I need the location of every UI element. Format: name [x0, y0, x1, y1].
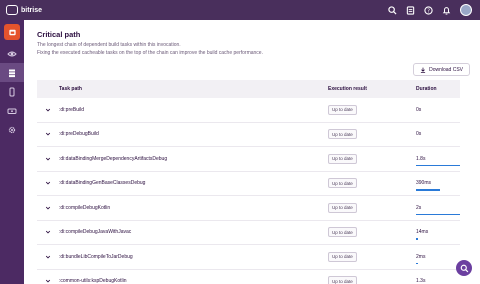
top-bar: bitrise ? — [0, 0, 480, 20]
chevron-down-icon[interactable] — [37, 156, 59, 162]
table-row[interactable]: :di:bundleLibCompileToJarDebug Up to date… — [37, 245, 460, 270]
execution-result-badge: Up to date — [328, 178, 357, 189]
task-path-header: Task path — [59, 86, 82, 92]
document-icon[interactable] — [406, 5, 415, 15]
duration-bar — [416, 213, 460, 216]
table-header: Task path Execution result Duration — [37, 80, 460, 98]
help-icon[interactable]: ? — [424, 5, 433, 15]
search-icon[interactable] — [388, 5, 397, 15]
duration-bar — [416, 238, 419, 240]
duration-value: 1.8s — [416, 155, 426, 162]
table-row[interactable]: :di:compileDebugKotlin Up to date 2s — [37, 196, 460, 221]
task-path: :di:dataBindingGenBaseClassesDebug — [59, 180, 146, 187]
execution-result-badge: Up to date — [328, 153, 357, 164]
avatar[interactable] — [460, 4, 472, 16]
eye-icon[interactable] — [0, 44, 24, 63]
brand-logo[interactable]: bitrise — [6, 5, 42, 15]
duration-value: 390ms — [416, 180, 432, 187]
duration-bar — [416, 164, 460, 167]
table-row[interactable]: :di:preDebugBuild Up to date 0s — [37, 123, 460, 147]
app-icon[interactable] — [4, 24, 20, 40]
search-icon — [460, 264, 468, 272]
chevron-down-icon[interactable] — [37, 205, 59, 211]
execution-result-header: Execution result — [328, 86, 367, 92]
gear-icon[interactable] — [0, 120, 24, 139]
chevron-down-icon[interactable] — [37, 107, 59, 113]
download-csv-button[interactable]: Download CSV — [413, 63, 470, 76]
execution-result-badge: Up to date — [328, 129, 357, 140]
chevron-down-icon[interactable] — [37, 254, 59, 260]
stack-icon[interactable] — [0, 63, 24, 82]
table-row[interactable]: :di:preBuild Up to date 0s — [37, 98, 460, 123]
task-path: :di:bundleLibCompileToJarDebug — [59, 253, 133, 260]
help-chat-button[interactable] — [456, 260, 472, 276]
table-row[interactable]: :di:compileDebugJavaWithJavac Up to date 1… — [37, 221, 460, 245]
duration-value: 14ms — [416, 229, 429, 236]
task-path: :di:compileDebugKotlin — [59, 204, 111, 211]
page-title: Critical path — [37, 30, 81, 39]
execution-result-badge: Up to date — [328, 104, 357, 115]
task-path: :common-utils:kspDebugKotlin — [59, 278, 127, 284]
task-path: :di:preBuild — [59, 106, 85, 113]
download-icon — [420, 67, 426, 73]
bell-icon[interactable] — [442, 6, 451, 15]
duration-value: 2ms — [416, 253, 426, 260]
task-path: :di:compileDebugJavaWithJavac — [59, 229, 132, 236]
critical-path-table: Task path Execution result Duration :di:… — [37, 80, 460, 284]
duration-value: 0s — [416, 131, 422, 138]
duration-value: 1.3s — [416, 278, 426, 284]
chevron-down-icon[interactable] — [37, 229, 59, 235]
download-csv-label: Download CSV — [429, 66, 463, 73]
main-content: Critical path The longest chain of depen… — [24, 20, 480, 284]
page-description-secondary: Fixing the executed cacheable tasks on t… — [37, 50, 263, 56]
duration-header: Duration — [416, 86, 437, 92]
chevron-down-icon[interactable] — [37, 278, 59, 284]
bitrise-logo-icon — [6, 5, 18, 15]
table-row[interactable]: :di:dataBindingMergeDependencyArtifactsD… — [37, 147, 460, 172]
table-row[interactable]: :di:dataBindingGenBaseClassesDebug Up to … — [37, 172, 460, 196]
duration-bar — [416, 262, 418, 265]
duration-value: 0s — [416, 106, 422, 113]
ticket-icon[interactable] — [0, 101, 24, 120]
chevron-down-icon[interactable] — [37, 180, 59, 186]
execution-result-badge: Up to date — [328, 227, 357, 238]
chevron-down-icon[interactable] — [37, 131, 59, 137]
phone-icon[interactable] — [0, 82, 24, 101]
page-description: The longest chain of dependent build tas… — [37, 42, 181, 48]
task-path: :di:preDebugBuild — [59, 131, 99, 138]
brand-name: bitrise — [21, 6, 43, 14]
side-nav — [0, 20, 24, 284]
table-row[interactable]: :common-utils:kspDebugKotlin Up to date 1.… — [37, 270, 460, 284]
duration-bar — [416, 189, 441, 191]
execution-result-badge: Up to date — [328, 202, 357, 213]
execution-result-badge: Up to date — [328, 251, 357, 262]
task-path: :di:dataBindingMergeDependencyArtifactsD… — [59, 155, 168, 162]
execution-result-badge: Up to date — [328, 276, 357, 284]
duration-value: 2s — [416, 204, 422, 211]
svg-text:?: ? — [427, 8, 430, 14]
